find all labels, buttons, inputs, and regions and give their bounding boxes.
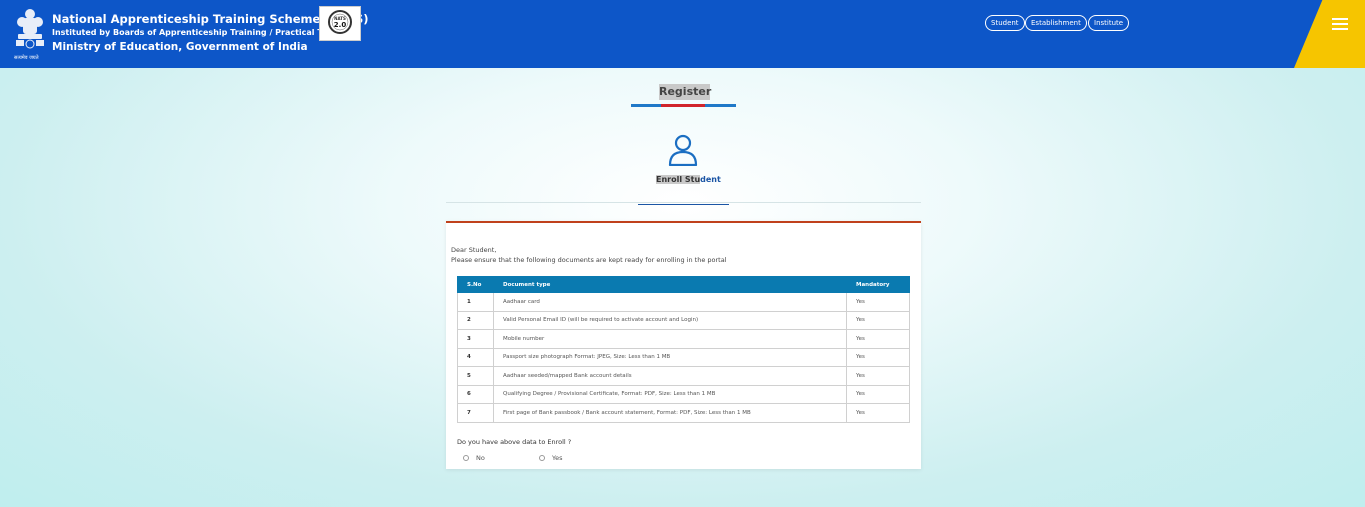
radio-circle-icon[interactable] bbox=[463, 455, 469, 461]
ministry-label: Ministry of Education, Government of Ind… bbox=[52, 41, 308, 53]
enroll-label-highlight: Enroll Stu bbox=[656, 175, 701, 184]
table-row: 4 Passport size photograph Format: JPEG,… bbox=[457, 347, 910, 367]
radio-circle-icon[interactable] bbox=[539, 455, 545, 461]
cell-mandatory: Yes bbox=[846, 329, 910, 349]
cell-document: Aadhaar seeded/mapped Bank account detai… bbox=[493, 366, 847, 386]
emblem-icon bbox=[16, 9, 44, 49]
col-sno: S.No bbox=[457, 276, 494, 293]
cell-mandatory: Yes bbox=[846, 310, 910, 330]
hamburger-icon[interactable] bbox=[1332, 18, 1348, 32]
section-divider bbox=[446, 202, 921, 203]
enroll-label-rest: dent bbox=[700, 175, 721, 184]
cell-mandatory: Yes bbox=[846, 347, 910, 367]
cell-sno: 6 bbox=[457, 384, 494, 404]
greeting: Dear Student, bbox=[451, 246, 497, 254]
enroll-card: Dear Student, Please ensure that the fol… bbox=[446, 221, 921, 469]
cell-mandatory: Yes bbox=[846, 292, 910, 312]
col-mandatory: Mandatory bbox=[846, 276, 910, 293]
cell-document: Mobile number bbox=[493, 329, 847, 349]
cell-sno: 1 bbox=[457, 292, 494, 312]
col-document-type: Document type bbox=[493, 276, 847, 293]
radio-no[interactable]: No bbox=[463, 454, 485, 462]
cell-document: Valid Personal Email ID (will be require… bbox=[493, 310, 847, 330]
nats-logo: NATS 2.0 bbox=[319, 6, 361, 41]
cell-sno: 2 bbox=[457, 310, 494, 330]
page-title: Register bbox=[659, 84, 712, 100]
enroll-student-tab[interactable]: Enroll Student bbox=[656, 175, 721, 184]
site-header: National Apprenticeship Training Scheme … bbox=[0, 0, 1365, 68]
cell-sno: 3 bbox=[457, 329, 494, 349]
documents-table: S.No Document type Mandatory 1 Aadhaar c… bbox=[457, 276, 910, 423]
table-header-row: S.No Document type Mandatory bbox=[457, 276, 910, 293]
cell-sno: 4 bbox=[457, 347, 494, 367]
nats-badge-version: 2.0 bbox=[333, 21, 347, 29]
cell-mandatory: Yes bbox=[846, 384, 910, 404]
table-row: 6 Qualifying Degree / Provisional Certif… bbox=[457, 384, 910, 404]
nav-student[interactable]: Student bbox=[985, 15, 1025, 31]
table-row: 3 Mobile number Yes bbox=[457, 329, 910, 349]
title-underline-accent bbox=[661, 104, 705, 107]
radio-yes[interactable]: Yes bbox=[539, 454, 563, 462]
radio-no-label: No bbox=[476, 454, 485, 462]
cell-document: First page of Bank passbook / Bank accou… bbox=[493, 403, 847, 423]
cell-sno: 5 bbox=[457, 366, 494, 386]
table-row: 1 Aadhaar card Yes bbox=[457, 292, 910, 312]
radio-yes-label: Yes bbox=[552, 454, 563, 462]
cell-sno: 7 bbox=[457, 403, 494, 423]
cell-mandatory: Yes bbox=[846, 403, 910, 423]
table-row: 2 Valid Personal Email ID (will be requi… bbox=[457, 310, 910, 330]
emblem-caption: सत्यमेव जयते bbox=[14, 55, 39, 61]
table-row: 5 Aadhaar seeded/mapped Bank account det… bbox=[457, 366, 910, 386]
intro-text: Dear Student, Please ensure that the fol… bbox=[451, 245, 727, 265]
instruction: Please ensure that the following documen… bbox=[451, 256, 727, 264]
table-row: 7 First page of Bank passbook / Bank acc… bbox=[457, 403, 910, 423]
cell-document: Qualifying Degree / Provisional Certific… bbox=[493, 384, 847, 404]
nav-establishment[interactable]: Establishment bbox=[1025, 15, 1087, 31]
nav-institute[interactable]: Institute bbox=[1088, 15, 1130, 31]
cell-mandatory: Yes bbox=[846, 366, 910, 386]
enroll-question: Do you have above data to Enroll ? bbox=[457, 438, 572, 446]
user-icon[interactable] bbox=[668, 134, 698, 166]
header-accent bbox=[1294, 0, 1365, 68]
active-tab-indicator bbox=[638, 204, 729, 205]
cell-document: Passport size photograph Format: JPEG, S… bbox=[493, 347, 847, 367]
site-subtitle: Instituted by Boards of Apprenticeship T… bbox=[52, 28, 354, 37]
cell-document: Aadhaar card bbox=[493, 292, 847, 312]
